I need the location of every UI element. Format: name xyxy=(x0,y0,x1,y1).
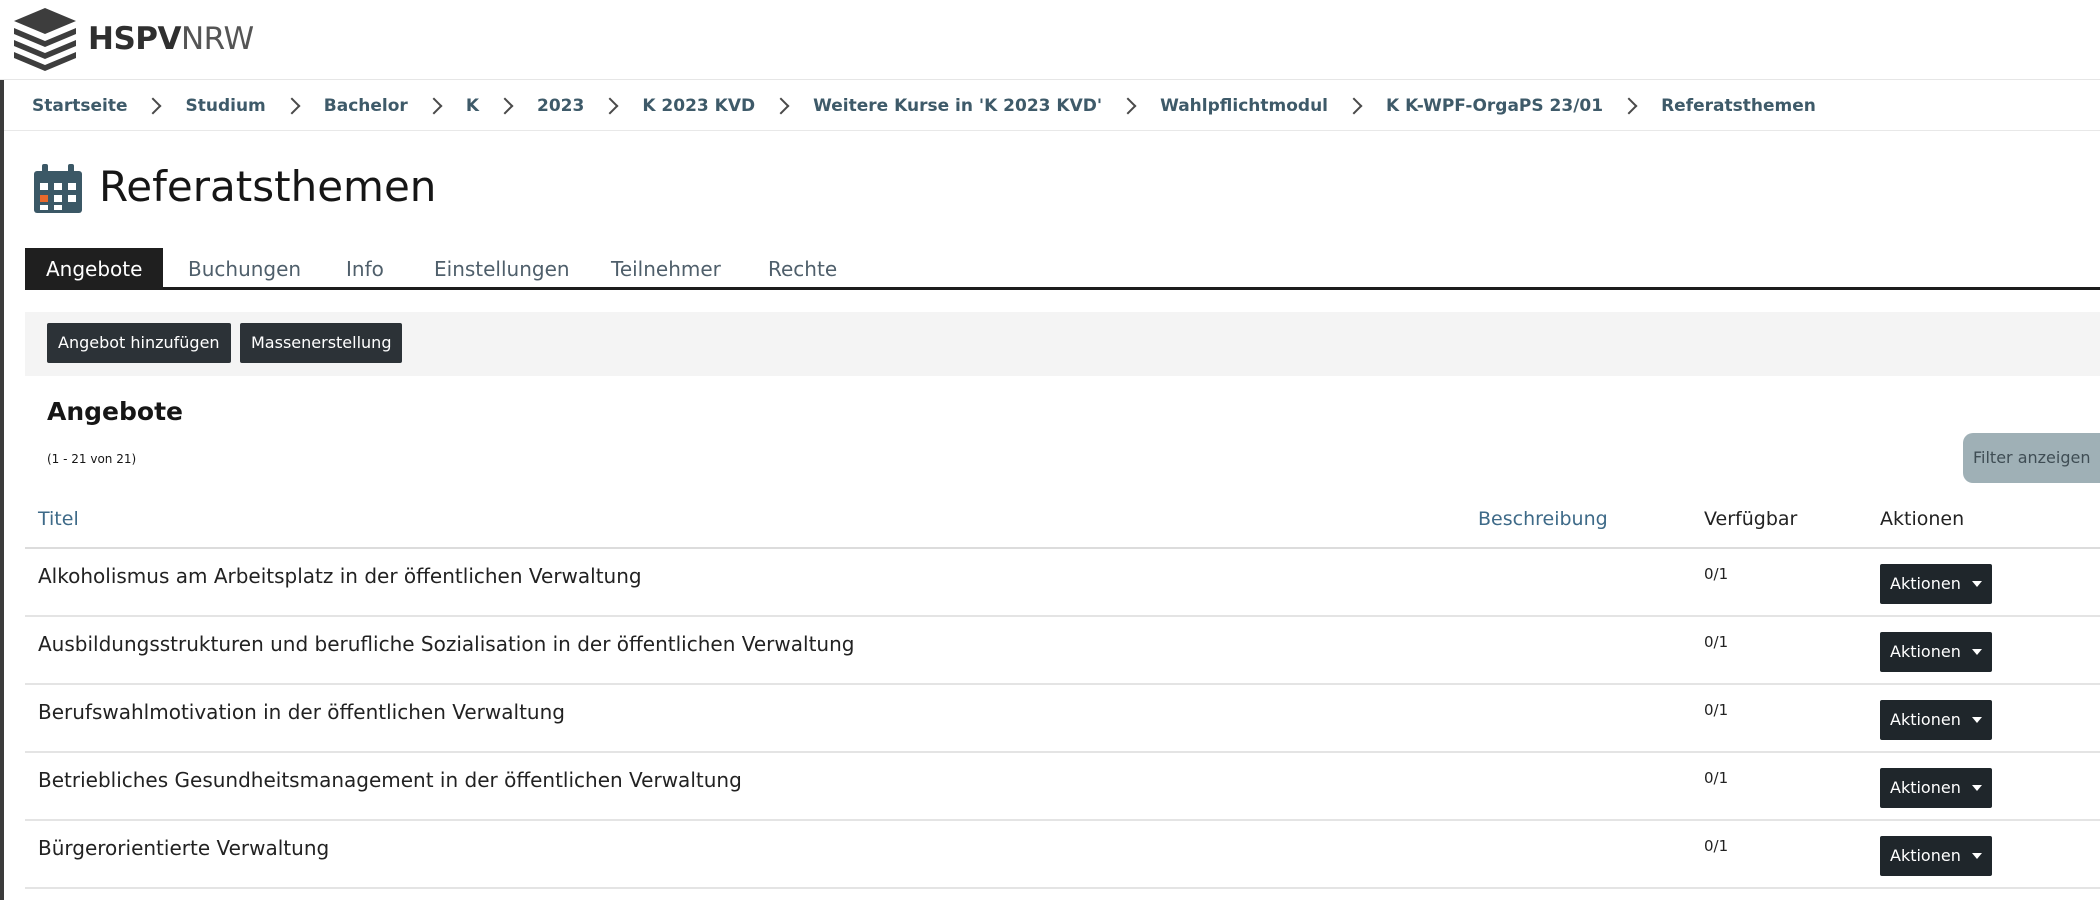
breadcrumb-divider xyxy=(4,130,2100,131)
add-offer-button[interactable]: Angebot hinzufügen xyxy=(47,323,231,363)
table-row: Alkoholismus am Arbeitsplatz in der öffe… xyxy=(25,549,2100,617)
bulk-create-button[interactable]: Massenerstellung xyxy=(240,323,403,363)
row-title: Bürgerorientierte Verwaltung xyxy=(38,836,330,860)
breadcrumb-startseite[interactable]: Startseite xyxy=(32,96,127,116)
tab-teilnehmer[interactable]: Teilnehmer xyxy=(611,248,721,290)
tab-buchungen[interactable]: Buchungen xyxy=(188,248,301,290)
chevron-right-icon xyxy=(1119,97,1137,115)
row-actions-label: Aktionen xyxy=(1890,778,1961,797)
table-row: Betriebliches Gesundheitsmanagement in d… xyxy=(25,753,2100,821)
breadcrumb-k-2023-kvd[interactable]: K 2023 KVD xyxy=(642,96,755,116)
row-available: 0/1 xyxy=(1704,633,1729,651)
caret-down-icon xyxy=(1972,785,1982,791)
page-title: Referatsthemen xyxy=(99,162,437,211)
row-actions-button[interactable]: Aktionen xyxy=(1880,700,1992,740)
table-row: Bürgerorientierte Verwaltung 0/1 Aktione… xyxy=(25,821,2100,889)
breadcrumb-studium[interactable]: Studium xyxy=(185,96,265,116)
breadcrumb-kurs[interactable]: K K-WPF-OrgaPS 23/01 xyxy=(1386,96,1603,116)
row-actions-button[interactable]: Aktionen xyxy=(1880,836,1992,876)
caret-down-icon xyxy=(1972,853,1982,859)
row-title: Alkoholismus am Arbeitsplatz in der öffe… xyxy=(38,564,642,588)
row-title: Betriebliches Gesundheitsmanagement in d… xyxy=(38,768,742,792)
row-available: 0/1 xyxy=(1704,837,1729,855)
column-header-description[interactable]: Beschreibung xyxy=(1478,505,1608,533)
chevron-right-icon xyxy=(425,97,443,115)
column-header-available: Verfügbar xyxy=(1704,508,1798,530)
row-title: Ausbildungsstrukturen und berufliche Soz… xyxy=(38,632,855,656)
column-header-title[interactable]: Titel xyxy=(38,505,79,533)
row-actions-label: Aktionen xyxy=(1890,574,1961,593)
chevron-right-icon xyxy=(496,97,514,115)
chevron-right-icon xyxy=(601,97,619,115)
row-actions-label: Aktionen xyxy=(1890,642,1961,661)
logo-text-light: NRW xyxy=(180,21,254,57)
show-filter-button[interactable]: Filter anzeigen xyxy=(1963,433,2100,483)
tab-einstellungen[interactable]: Einstellungen xyxy=(434,248,570,290)
breadcrumb-2023[interactable]: 2023 xyxy=(537,96,584,116)
table-row: Ausbildungsstrukturen und berufliche Soz… xyxy=(25,617,2100,685)
row-available: 0/1 xyxy=(1704,769,1729,787)
logo-stack-icon xyxy=(14,8,76,71)
site-header: HSPVNRW xyxy=(0,0,2100,80)
chevron-right-icon xyxy=(283,97,301,115)
breadcrumb-wahlpflichtmodul[interactable]: Wahlpflichtmodul xyxy=(1160,96,1328,116)
caret-down-icon xyxy=(1972,581,1982,587)
calendar-icon xyxy=(34,164,82,213)
breadcrumb-k[interactable]: K xyxy=(466,96,479,116)
result-count: (1 - 21 von 21) xyxy=(47,452,137,466)
row-actions-label: Aktionen xyxy=(1890,710,1961,729)
breadcrumb-current[interactable]: Referatsthemen xyxy=(1661,96,1816,116)
chevron-right-icon xyxy=(772,97,790,115)
breadcrumb-bachelor[interactable]: Bachelor xyxy=(324,96,408,116)
row-title: Berufswahlmotivation in der öffentlichen… xyxy=(38,700,565,724)
tab-bar: Angebote Buchungen Info Einstellungen Te… xyxy=(25,248,2100,290)
left-edge-bar xyxy=(0,0,4,900)
tab-rechte[interactable]: Rechte xyxy=(768,248,837,290)
row-actions-label: Aktionen xyxy=(1890,846,1961,865)
chevron-right-icon xyxy=(1345,97,1363,115)
caret-down-icon xyxy=(1972,717,1982,723)
breadcrumb-weitere-kurse[interactable]: Weitere Kurse in 'K 2023 KVD' xyxy=(813,96,1102,116)
breadcrumb: Startseite Studium Bachelor K 2023 K 202… xyxy=(32,90,1816,122)
section-title: Angebote xyxy=(47,397,183,426)
row-actions-button[interactable]: Aktionen xyxy=(1880,768,1992,808)
row-available: 0/1 xyxy=(1704,701,1729,719)
tab-angebote[interactable]: Angebote xyxy=(25,248,164,290)
app-window: HSPVNRW Startseite Studium Bachelor K 20… xyxy=(0,0,2100,900)
chevron-right-icon xyxy=(1620,97,1638,115)
logo-text-bold: HSPV xyxy=(88,21,181,57)
caret-down-icon xyxy=(1972,649,1982,655)
row-actions-button[interactable]: Aktionen xyxy=(1880,564,1992,604)
toolbar: Angebot hinzufügen Massenerstellung xyxy=(25,312,2100,376)
tab-info[interactable]: Info xyxy=(346,248,384,290)
row-available: 0/1 xyxy=(1704,565,1729,583)
chevron-right-icon xyxy=(144,97,162,115)
logo-wordmark[interactable]: HSPVNRW xyxy=(88,20,254,58)
table-row: Berufswahlmotivation in der öffentlichen… xyxy=(25,685,2100,753)
column-header-actions: Aktionen xyxy=(1880,508,1965,530)
row-actions-button[interactable]: Aktionen xyxy=(1880,632,1992,672)
